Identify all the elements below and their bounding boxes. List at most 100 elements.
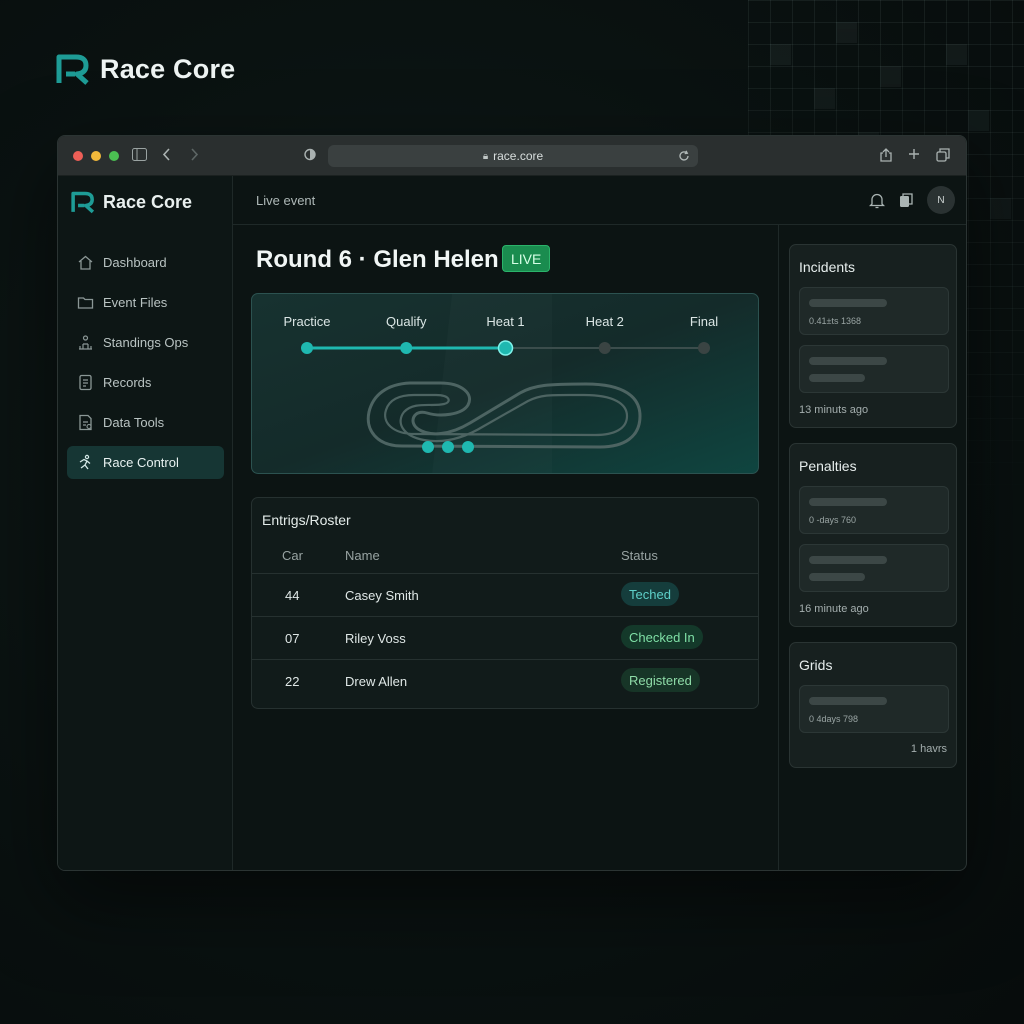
close-window-button[interactable] — [73, 150, 83, 161]
car-number: 44 — [285, 588, 300, 603]
roster-header: Car Name Status — [252, 548, 758, 573]
sidebar-item-event-files[interactable]: Event Files — [67, 286, 224, 319]
race-core-logo-icon — [71, 191, 95, 214]
list-item[interactable]: 0 -days 760 — [799, 486, 949, 534]
table-row[interactable]: 07 Riley Voss Checked In — [252, 616, 758, 658]
live-badge: LIVE — [502, 245, 551, 272]
list-item[interactable]: 0 4days 798 — [799, 685, 949, 733]
data-tools-icon — [79, 414, 92, 431]
roster-card: Entrigs/Roster Car Name Status 44 Casey … — [251, 497, 759, 709]
incidents-card[interactable]: Incidents 0.41±ts 1368 13 minuts ago — [789, 244, 957, 428]
roster-title: Entrigs/Roster — [262, 512, 351, 528]
item-meta: 0.41±ts 1368 — [809, 316, 861, 326]
privacy-shield-icon[interactable] — [304, 148, 316, 161]
sidebar-item-label: Records — [103, 375, 152, 390]
status-badge: Teched — [621, 582, 679, 606]
tabs-overview-icon[interactable] — [936, 148, 950, 162]
sidebar-item-records[interactable]: Records — [67, 366, 224, 399]
car-number: 22 — [285, 674, 300, 689]
grids-title: Grids — [799, 657, 833, 673]
column-header-car[interactable]: Car — [282, 548, 303, 563]
section-label: Live event — [256, 193, 316, 208]
avatar[interactable]: N — [927, 186, 955, 214]
timestamp: 1 havrs — [910, 743, 947, 755]
table-row[interactable]: 44 Casey Smith Teched — [252, 573, 758, 615]
sidebar-toggle-icon[interactable] — [132, 148, 147, 161]
list-item[interactable] — [799, 345, 949, 393]
status-badge: Registered — [621, 668, 700, 692]
stage-node-practice[interactable] — [301, 342, 313, 354]
sidebar-item-label: Race Control — [103, 455, 179, 470]
address-url: race.core — [493, 149, 544, 163]
forward-icon[interactable] — [189, 148, 199, 161]
race-core-logo-icon — [56, 54, 89, 85]
timestamp: 13 minuts ago — [799, 404, 869, 416]
reload-icon[interactable] — [678, 150, 690, 162]
main-content: Live event N Round 6 · Glen Helen LIVE P… — [233, 176, 966, 870]
document-icon — [79, 374, 92, 391]
avatar-initials: N — [937, 194, 945, 206]
sidebar-brand-name: Race Core — [103, 191, 193, 212]
stage-label[interactable]: Final — [690, 314, 718, 329]
sidebar-nav: Dashboard Event Files Standings Ops Reco… — [67, 246, 224, 486]
sidebar-item-label: Data Tools — [103, 415, 165, 430]
grids-card[interactable]: Grids 0 4days 798 1 havrs — [789, 642, 957, 768]
item-meta: 0 4days 798 — [809, 714, 859, 724]
event-progress-card: Practice Qualify Heat 1 Heat 2 Final — [251, 293, 759, 474]
incidents-title: Incidents — [799, 259, 856, 275]
share-icon[interactable] — [880, 148, 892, 162]
stage-label[interactable]: Practice — [284, 314, 331, 329]
home-icon — [78, 255, 93, 270]
app-name: Race Core — [100, 53, 236, 84]
sidebar-item-race-control[interactable]: Race Control — [67, 446, 224, 479]
driver-name: Drew Allen — [345, 674, 408, 689]
stage-label[interactable]: Qualify — [386, 314, 426, 329]
standings-icon — [79, 335, 92, 350]
driver-name: Casey Smith — [345, 588, 419, 603]
car-marker-icon — [422, 441, 434, 453]
car-number: 07 — [285, 631, 300, 646]
lock-icon: 🔒︎ — [482, 150, 489, 162]
minimize-window-button[interactable] — [91, 150, 101, 161]
address-bar[interactable]: 🔒︎ race.core — [328, 145, 698, 167]
right-panel: Incidents 0.41±ts 1368 13 minuts ago Pen… — [778, 225, 966, 870]
stage-node-heat-1[interactable] — [497, 340, 514, 356]
sidebar-brand[interactable]: Race Core — [71, 190, 192, 214]
stage-node-heat-2[interactable] — [598, 342, 611, 354]
penalties-title: Penalties — [799, 458, 857, 474]
new-tab-icon[interactable] — [908, 148, 920, 160]
driver-name: Riley Voss — [345, 631, 406, 646]
timestamp: 16 minute ago — [799, 603, 869, 615]
list-item[interactable] — [799, 544, 949, 592]
list-item[interactable]: 0.41±ts 1368 — [799, 287, 949, 335]
top-bar: Live event N — [233, 176, 966, 225]
stage-label[interactable]: Heat 2 — [586, 314, 624, 329]
sidebar-item-label: Event Files — [103, 295, 168, 310]
browser-window: 🔒︎ race.core Race Core Dashboard Event F… — [57, 135, 967, 871]
column-header-status[interactable]: Status — [621, 548, 658, 563]
car-marker-icon — [462, 441, 474, 453]
page-title: Round 6 · Glen Helen — [256, 246, 499, 273]
sidebar: Race Core Dashboard Event Files Standing… — [58, 176, 233, 870]
sidebar-item-dashboard[interactable]: Dashboard — [67, 246, 224, 279]
sidebar-item-label: Dashboard — [103, 255, 167, 270]
column-header-name[interactable]: Name — [345, 548, 380, 563]
stage-node-final[interactable] — [698, 342, 710, 354]
bell-icon[interactable] — [869, 192, 885, 209]
app-brand: Race Core — [56, 52, 235, 86]
table-row[interactable]: 22 Drew Allen Registered — [252, 659, 758, 701]
race-control-icon — [79, 454, 91, 470]
maximize-window-button[interactable] — [109, 150, 119, 161]
item-meta: 0 -days 760 — [809, 515, 857, 525]
sidebar-item-label: Standings Ops — [103, 335, 189, 350]
sidebar-item-standings-ops[interactable]: Standings Ops — [67, 326, 224, 359]
status-badge: Checked In — [621, 625, 703, 649]
penalties-card[interactable]: Penalties 0 -days 760 16 minute ago — [789, 443, 957, 627]
back-icon[interactable] — [162, 148, 172, 161]
folder-icon — [77, 297, 94, 309]
stage-node-qualify[interactable] — [400, 342, 413, 354]
stage-label[interactable]: Heat 1 — [486, 314, 524, 329]
sidebar-item-data-tools[interactable]: Data Tools — [67, 406, 224, 439]
clipboard-icon[interactable] — [899, 192, 913, 208]
browser-toolbar: 🔒︎ race.core — [58, 136, 966, 176]
